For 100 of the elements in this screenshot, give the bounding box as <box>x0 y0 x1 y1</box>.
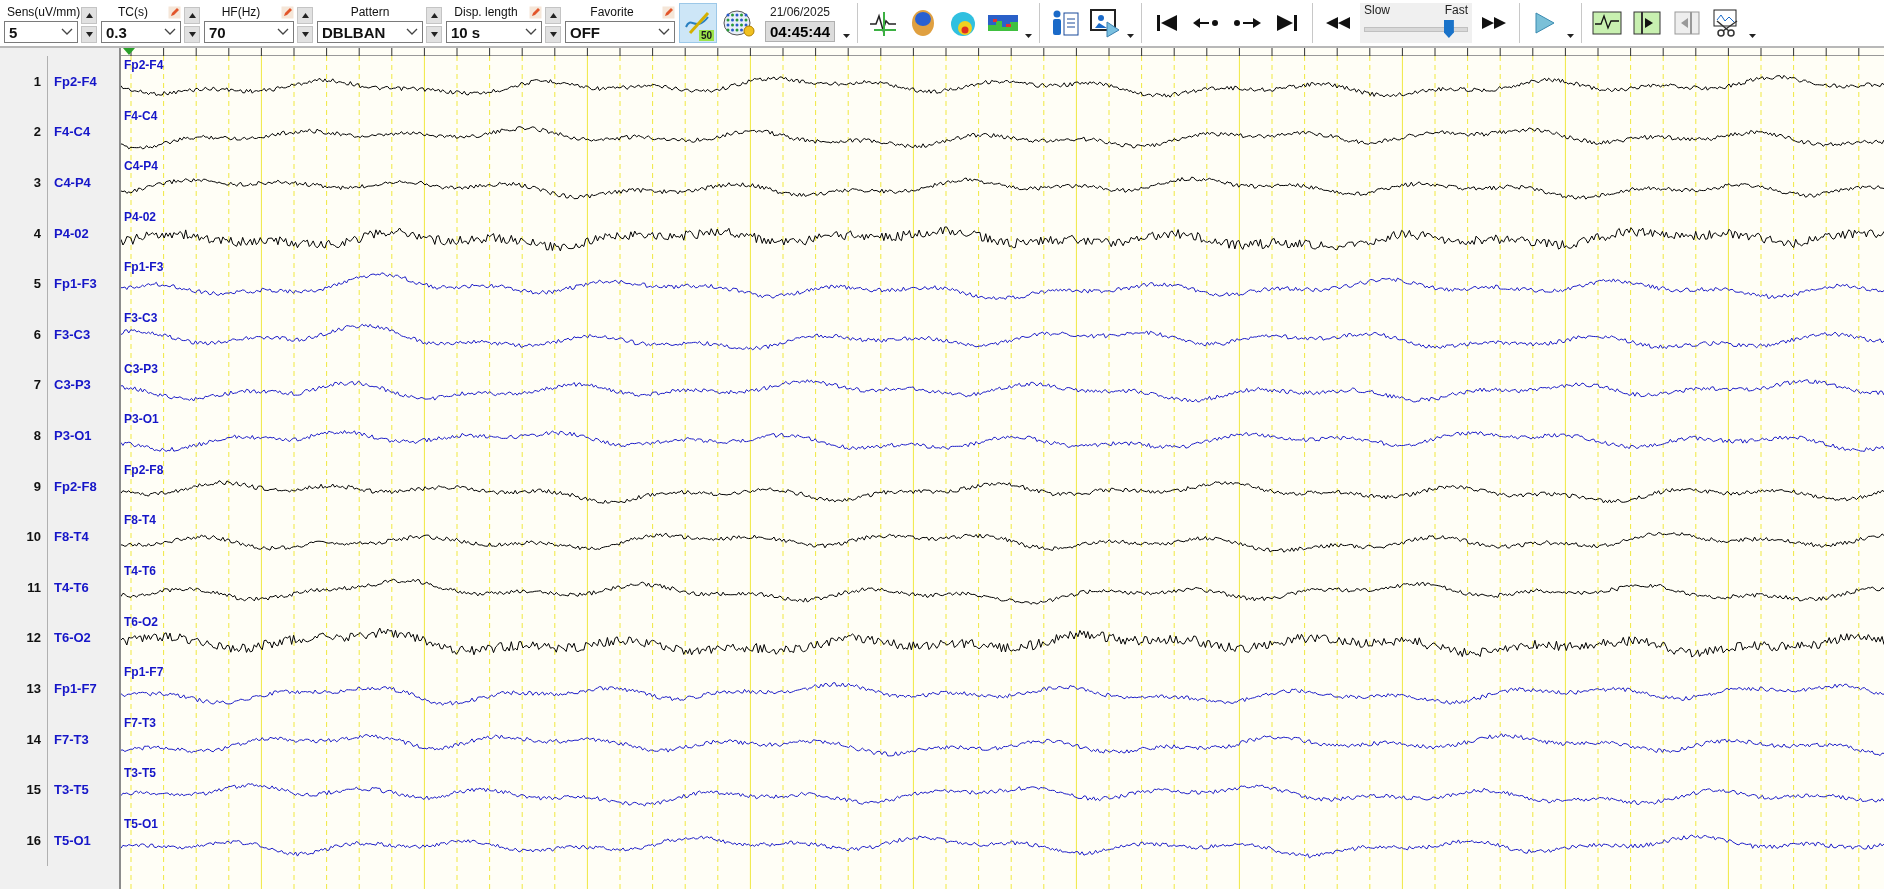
control-label: Sens(uV/mm) <box>7 5 81 19</box>
pencil-icon[interactable] <box>662 5 675 19</box>
control-label: Pattern <box>350 5 390 19</box>
spin-down-button[interactable] <box>81 26 97 43</box>
trace-label: Fp2-F4 <box>124 58 164 72</box>
channel-name: Fp1-F7 <box>53 680 97 696</box>
channel-number: 4 <box>0 207 48 259</box>
triangle-down-icon <box>188 32 196 37</box>
dropdown[interactable]: OFF <box>565 21 675 43</box>
pencil-icon[interactable] <box>529 5 542 19</box>
triangle-down-icon <box>549 32 557 37</box>
channel-number: 13 <box>0 663 48 714</box>
spin-down-button[interactable] <box>545 26 561 43</box>
control-label: Favorite <box>590 5 634 19</box>
triangle-up-icon <box>549 13 557 18</box>
triangle-down-icon <box>430 32 438 37</box>
pen-wave-icon <box>684 9 712 37</box>
channel-number: 1 <box>0 56 48 107</box>
fast-label: Fast <box>1444 3 1468 17</box>
trace-label: T4-T6 <box>124 563 156 578</box>
chevron-down-icon <box>277 28 289 36</box>
channel-name: Fp1-F3 <box>53 276 97 292</box>
triangle-up-icon <box>85 13 93 18</box>
spin-down-button[interactable] <box>297 26 313 43</box>
channel-number: 7 <box>0 359 48 411</box>
trace-label: T5-O1 <box>124 816 158 831</box>
dropdown[interactable]: 0.3 <box>101 21 181 43</box>
caret-icon[interactable] <box>1749 34 1756 38</box>
caret-icon[interactable] <box>843 34 850 38</box>
caret-icon[interactable] <box>1567 34 1574 38</box>
spin-down-button[interactable] <box>426 26 442 43</box>
channel-name: Fp2-F8 <box>53 478 97 494</box>
trace-label: P3-O1 <box>124 412 159 427</box>
trace-label: Fp1-F3 <box>124 260 164 275</box>
channel-number: 9 <box>0 460 48 512</box>
spin-up-button[interactable] <box>426 7 442 24</box>
spin-up-button[interactable] <box>81 7 97 24</box>
chevron-down-icon <box>406 28 418 36</box>
channel-number: 16 <box>0 814 48 866</box>
control-label: HF(Hz) <box>221 5 261 19</box>
spin-up-button[interactable] <box>297 7 313 24</box>
channel-number: 8 <box>0 410 48 461</box>
control-label: Disp. length <box>454 5 518 19</box>
triangle-up-icon <box>188 13 196 18</box>
chevron-down-icon <box>164 28 176 36</box>
dropdown[interactable]: 70 <box>204 21 294 43</box>
triangle-down-icon <box>85 32 93 37</box>
trace-label: C3-P3 <box>124 361 158 376</box>
channel-name: T4-T6 <box>53 579 89 595</box>
slider-thumb[interactable] <box>1443 20 1454 38</box>
channel-name: Fp2-F4 <box>53 73 97 89</box>
channel-number: 12 <box>0 612 48 664</box>
channel-name: T6-O2 <box>53 630 91 646</box>
trace-label: F8-T4 <box>124 513 156 528</box>
channel-number: 6 <box>0 308 48 360</box>
trace-label: Fp2-F8 <box>124 462 164 477</box>
dropdown[interactable]: 10 s <box>446 21 542 43</box>
trace-label: C4-P4 <box>124 159 158 174</box>
caret-icon[interactable] <box>1127 34 1134 38</box>
channel-number: 3 <box>0 157 48 208</box>
control-label: TC(s) <box>118 5 148 19</box>
dropdown[interactable]: DBLBAN <box>317 21 423 43</box>
spin-up-button[interactable] <box>184 7 200 24</box>
trace-label: Fp1-F7 <box>124 665 164 680</box>
trace-label: T6-O2 <box>124 614 158 629</box>
count-badge: 50 <box>698 30 714 41</box>
chevron-down-icon <box>525 28 537 36</box>
channel-name: C3-P3 <box>53 377 91 393</box>
date-text: 21/06/2025 <box>769 4 831 19</box>
overlay-toggle-button[interactable]: 50 <box>679 3 717 43</box>
pencil-icon[interactable] <box>168 5 181 19</box>
trace-label: T3-T5 <box>124 766 156 781</box>
channel-name: F3-C3 <box>53 326 91 342</box>
chevron-down-icon <box>61 28 73 36</box>
channel-number: 10 <box>0 511 48 562</box>
channel-number: 5 <box>0 258 48 309</box>
caret-icon[interactable] <box>1025 34 1032 38</box>
pencil-icon[interactable] <box>281 5 294 19</box>
channel-name: C4-P4 <box>53 175 91 190</box>
spin-up-button[interactable] <box>545 7 561 24</box>
triangle-down-icon <box>301 32 309 37</box>
channel-number: 14 <box>0 713 48 765</box>
channel-number: 2 <box>0 106 48 158</box>
channel-name: F7-T3 <box>53 731 89 747</box>
channel-name: F8-T4 <box>53 529 89 545</box>
slow-label: Slow <box>1364 3 1390 17</box>
channel-name: P3-O1 <box>53 427 92 443</box>
triangle-up-icon <box>301 13 309 18</box>
time-display: 04:45:44 <box>764 20 835 42</box>
spin-down-button[interactable] <box>184 26 200 43</box>
channel-name: P4-02 <box>53 225 89 241</box>
channel-number: 11 <box>0 561 48 613</box>
channel-number: 15 <box>0 764 48 815</box>
dropdown[interactable]: 5 <box>4 21 78 43</box>
channel-name: T5-O1 <box>53 832 91 848</box>
trace-label: F7-T3 <box>124 715 156 730</box>
speed-slider[interactable] <box>1364 19 1468 39</box>
trace-label: F3-C3 <box>124 310 158 325</box>
chevron-down-icon <box>658 28 670 36</box>
channel-name: T3-T5 <box>53 782 89 798</box>
